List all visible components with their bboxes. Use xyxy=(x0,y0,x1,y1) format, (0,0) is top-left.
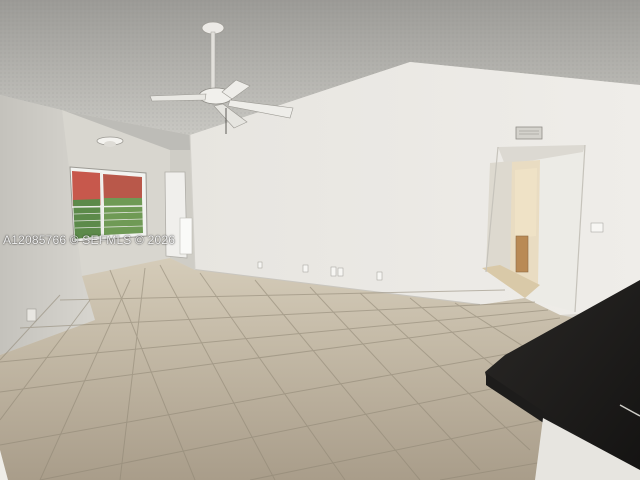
watermark-text: A12085766 © SEFMLS © 2026 xyxy=(3,233,176,247)
window xyxy=(69,166,148,243)
room-photo: A12085766 © SEFMLS © 2026 xyxy=(0,0,640,480)
